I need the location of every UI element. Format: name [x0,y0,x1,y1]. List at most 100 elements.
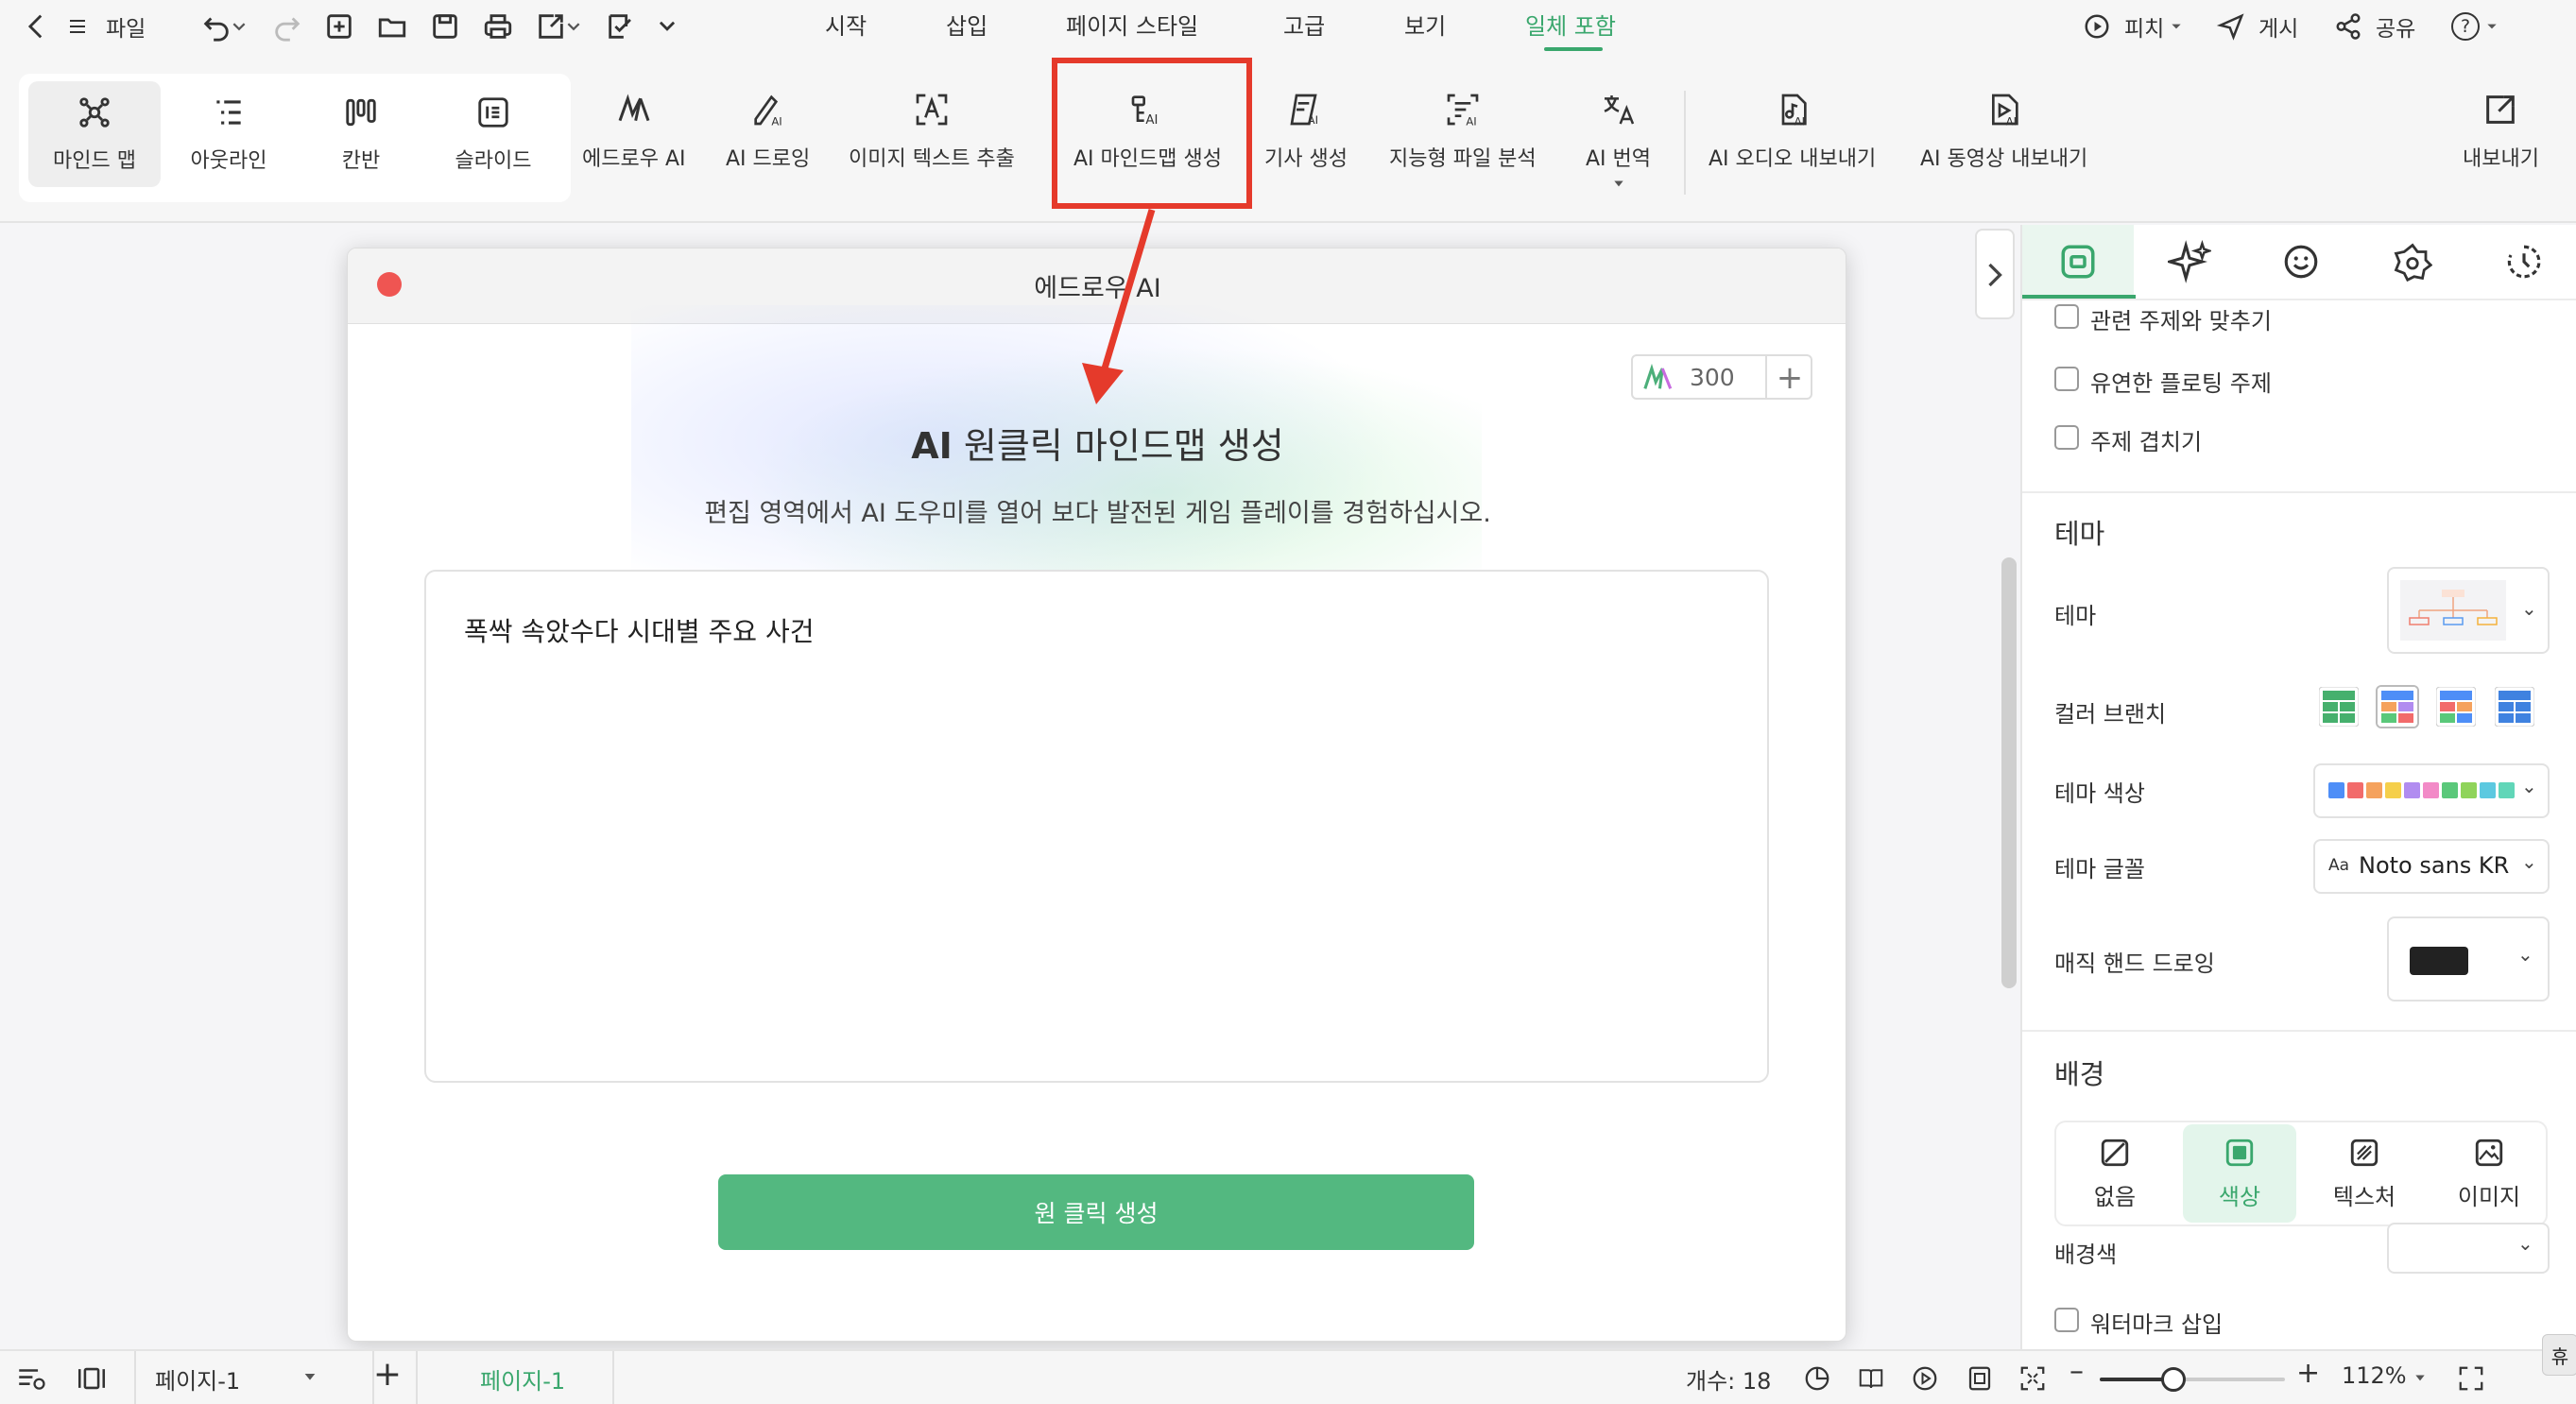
tab-page-format[interactable] [2022,225,2134,299]
panel-collapse-button[interactable] [1975,229,2015,319]
tab-ai-style[interactable] [2134,225,2245,299]
article-generate-button[interactable]: AI 기사 생성 [1264,91,1348,204]
new-page-icon[interactable] [323,10,355,43]
flexible-floating-topic-checkbox[interactable] [2054,367,2079,391]
undo-dropdown-icon[interactable] [231,10,248,43]
align-related-topics-label: 관련 주제와 맞추기 [2090,308,2272,334]
export-dropdown-icon[interactable] [565,10,582,43]
bg-option-none[interactable]: 없음 [2058,1124,2172,1223]
tab-advanced[interactable]: 고급 [1283,8,1325,41]
redo-icon[interactable] [271,10,303,43]
slide-view-button[interactable]: 슬라이드 [427,81,559,187]
fit-page-icon[interactable] [1966,1364,1994,1393]
zoom-level[interactable]: 112% [2342,1362,2407,1389]
pitch-button[interactable]: 피치 [2083,9,2183,43]
focus-mode-icon[interactable] [1803,1364,1831,1393]
audio-export-icon: AI [1781,94,1807,128]
file-menu[interactable]: 파일 [66,9,146,43]
kanban-view-button[interactable]: 칸반 [295,81,427,187]
no-background-icon [2101,1139,2129,1166]
bg-option-image-label: 이미지 [2457,1183,2521,1210]
help-dropdown-icon [2487,24,2497,29]
ai-drawing-button[interactable]: AI AI 드로잉 [726,91,810,204]
save-icon[interactable] [429,10,461,43]
smart-file-analysis-button[interactable]: AI 지능형 파일 분석 [1389,91,1537,204]
prompt-input[interactable]: 폭싹 속았수다 시대별 주요 사건 [424,570,1769,1083]
publish-button[interactable]: 게시 [2217,9,2298,43]
tab-start[interactable]: 시작 [825,8,867,41]
bg-color-select[interactable]: ⌄ [2387,1223,2550,1274]
hand-drawing-select[interactable]: ⌄ [2387,916,2550,1002]
highlight-annotation [1052,58,1252,209]
tab-history[interactable] [2468,225,2576,299]
zoom-slider[interactable] [2100,1367,2285,1392]
mindmap-view-button[interactable]: 마인드 맵 [28,81,161,187]
bg-option-texture[interactable]: 텍스처 [2308,1124,2421,1223]
one-click-generate-button[interactable]: 원 클릭 생성 [718,1174,1474,1250]
checklist-icon[interactable] [605,10,637,43]
zoom-out-icon[interactable]: – [2069,1355,2084,1388]
topic-overlap-checkbox[interactable] [2054,425,2079,450]
page-select[interactable]: 페이지-1 [134,1351,374,1404]
more-dropdown-icon[interactable] [656,10,678,43]
kanban-icon [346,98,376,127]
open-folder-icon[interactable] [376,10,408,43]
chevron-down-icon: ⌄ [2521,597,2537,620]
svg-text:AI: AI [1308,113,1318,127]
page-list-icon[interactable] [15,1364,47,1393]
theme-font-label: 테마 글꼴 [2054,856,2145,882]
play-icon[interactable] [1911,1364,1939,1393]
ai-video-export-button[interactable]: AI AI 동영상 내보내기 [1920,91,2087,204]
ai-translate-button[interactable]: AI 번역 [1586,91,1651,204]
branch-option-rainbow[interactable] [2434,685,2478,728]
branch-grid-icon [2378,687,2417,727]
ribbon-toolbar: 마인드 맵 아웃라인 칸반 슬라이드 에드로우 AI AI AI 드로잉 이미지… [0,53,2576,223]
flower-icon [2394,243,2432,282]
tab-stickers[interactable] [2245,225,2357,299]
tab-theme-style[interactable] [2357,225,2468,299]
image-icon [2475,1139,2503,1166]
kanban-view-label: 칸반 [341,149,381,173]
share-button[interactable]: 공유 [2334,9,2415,43]
align-related-topics-checkbox[interactable] [2054,304,2079,329]
add-page-icon[interactable]: + [370,1355,404,1394]
branch-option-multicolor[interactable] [2376,685,2419,728]
tab-view[interactable]: 보기 [1404,8,1446,41]
fit-window-icon[interactable] [2018,1364,2047,1393]
bg-option-color[interactable]: 색상 [2183,1124,2296,1223]
zoom-slider-knob[interactable] [2161,1367,2187,1392]
branch-grid-icon [2435,686,2477,728]
chevron-down-icon: ⌄ [2517,1232,2533,1255]
tab-insert[interactable]: 삽입 [946,8,987,41]
branch-option-green[interactable] [2317,685,2361,728]
print-icon[interactable] [482,10,514,43]
ai-drawing-label: AI 드로잉 [726,147,811,171]
export-label: 내보내기 [2463,147,2539,171]
add-credit-button[interactable]: + [1765,356,1812,400]
export-file-icon[interactable] [535,10,567,43]
book-view-icon[interactable] [1856,1364,1886,1393]
back-icon[interactable] [21,10,53,43]
theme-font-select[interactable]: Aa Noto sans KR ⌄ [2313,839,2550,894]
tab-ai[interactable]: 일체 포함 [1525,8,1616,41]
page-layout-icon[interactable] [76,1364,108,1393]
outline-view-button[interactable]: 아웃라인 [163,81,295,187]
page-tab-active[interactable]: 페이지-1 [416,1351,614,1404]
edraw-ai-button[interactable]: 에드로우 AI [582,91,686,204]
export-button[interactable]: 내보내기 [2463,91,2539,204]
canvas-scrollbar[interactable] [2001,557,2017,988]
branch-option-blue[interactable] [2493,685,2536,728]
help-button[interactable]: ? [2451,9,2499,43]
theme-color-select[interactable]: ⌄ [2313,763,2550,818]
image-text-extract-button[interactable]: 이미지 텍스트 추출 [849,91,1015,204]
zoom-dropdown-icon[interactable] [2413,1374,2427,1383]
watermark-checkbox[interactable] [2054,1308,2079,1332]
fullscreen-icon[interactable] [2457,1364,2485,1393]
undo-icon[interactable] [200,10,232,43]
tab-page-style[interactable]: 페이지 스타일 [1066,8,1198,41]
zoom-in-icon[interactable]: + [2296,1357,2320,1390]
theme-select[interactable]: ⌄ [2387,567,2550,654]
bg-option-image[interactable]: 이미지 [2432,1124,2546,1223]
slide-view-label: 슬라이드 [455,149,532,173]
ai-audio-export-button[interactable]: AI AI 오디오 내보내기 [1709,91,1876,204]
